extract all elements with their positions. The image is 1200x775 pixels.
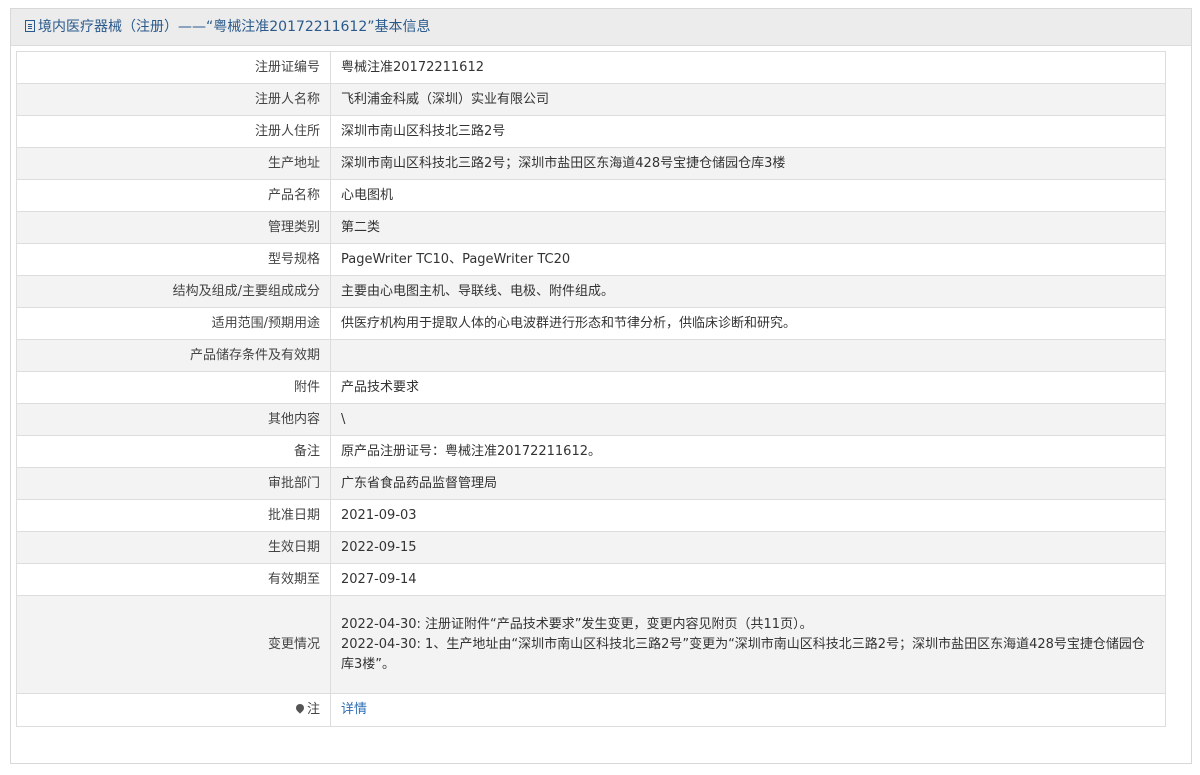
row-label: 型号规格	[16, 243, 331, 276]
table-row: 批准日期 2021-09-03	[16, 499, 1166, 532]
table-row: 适用范围/预期用途 供医疗机构用于提取人体的心电波群进行形态和节律分析，供临床诊断…	[16, 307, 1166, 340]
row-value: 2021-09-03	[330, 499, 1166, 532]
row-value	[330, 339, 1166, 372]
document-icon	[25, 20, 35, 32]
details-link[interactable]: 详情	[341, 702, 367, 717]
table-row: 其他内容 \	[16, 403, 1166, 436]
table-row: 备注 原产品注册证号：粤械注准20172211612。	[16, 435, 1166, 468]
row-label: 注册证编号	[16, 51, 331, 84]
panel-header: 境内医疗器械（注册）——“粤械注准20172211612”基本信息	[11, 9, 1191, 46]
change-history-value: 2022-04-30: 注册证附件“产品技术要求”发生变更，变更内容见附页（共1…	[330, 595, 1166, 694]
table-row: 注册人住所 深圳市南山区科技北三路2号	[16, 115, 1166, 148]
row-label: 注册人住所	[16, 115, 331, 148]
row-value: \	[330, 403, 1166, 436]
table-row: 产品名称 心电图机	[16, 179, 1166, 212]
row-value: 2027-09-14	[330, 563, 1166, 596]
row-label: 产品名称	[16, 179, 331, 212]
note-label-cell: 注	[16, 693, 331, 727]
row-label: 批准日期	[16, 499, 331, 532]
row-value: 广东省食品药品监督管理局	[330, 467, 1166, 500]
pin-icon	[294, 702, 306, 714]
row-label: 注册人名称	[16, 83, 331, 116]
row-label: 有效期至	[16, 563, 331, 596]
row-label: 审批部门	[16, 467, 331, 500]
row-label: 管理类别	[16, 211, 331, 244]
row-value: PageWriter TC10、PageWriter TC20	[330, 243, 1166, 276]
row-value: 心电图机	[330, 179, 1166, 212]
table-row: 型号规格 PageWriter TC10、PageWriter TC20	[16, 243, 1166, 276]
change-entry: 2022-04-30: 1、生产地址由“深圳市南山区科技北三路2号”变更为“深圳…	[341, 636, 1145, 672]
row-value: 飞利浦金科威（深圳）实业有限公司	[330, 83, 1166, 116]
page-title: 境内医疗器械（注册）——“粤械注准20172211612”基本信息	[38, 19, 431, 35]
change-history-row: 变更情况 2022-04-30: 注册证附件“产品技术要求”发生变更，变更内容见…	[16, 595, 1166, 694]
row-value: 2022-09-15	[330, 531, 1166, 564]
row-value: 第二类	[330, 211, 1166, 244]
table-row: 审批部门 广东省食品药品监督管理局	[16, 467, 1166, 500]
row-value: 粤械注准20172211612	[330, 51, 1166, 84]
row-label: 产品储存条件及有效期	[16, 339, 331, 372]
row-value: 主要由心电图主机、导联线、电极、附件组成。	[330, 275, 1166, 308]
table-row: 注册人名称 飞利浦金科威（深圳）实业有限公司	[16, 83, 1166, 116]
row-value: 产品技术要求	[330, 371, 1166, 404]
registration-info-table: 注册证编号 粤械注准20172211612 注册人名称 飞利浦金科威（深圳）实业有限…	[16, 51, 1166, 727]
row-value: 深圳市南山区科技北三路2号；深圳市盐田区东海道428号宝捷仓储园仓库3楼	[330, 147, 1166, 180]
note-label: 注	[306, 702, 320, 717]
note-value: 详情	[330, 693, 1166, 727]
table-row: 产品储存条件及有效期	[16, 339, 1166, 372]
note-row: 注 详情	[16, 693, 1166, 727]
row-label: 生产地址	[16, 147, 331, 180]
table-row: 管理类别 第二类	[16, 211, 1166, 244]
table-row: 附件 产品技术要求	[16, 371, 1166, 404]
row-label: 结构及组成/主要组成成分	[16, 275, 331, 308]
table-row: 有效期至 2027-09-14	[16, 563, 1166, 596]
row-label: 附件	[16, 371, 331, 404]
change-entry: 2022-04-30: 注册证附件“产品技术要求”发生变更，变更内容见附页（共1…	[341, 616, 813, 632]
table-row: 注册证编号 粤械注准20172211612	[16, 51, 1166, 84]
row-label: 备注	[16, 435, 331, 468]
row-value: 深圳市南山区科技北三路2号	[330, 115, 1166, 148]
change-history-label: 变更情况	[16, 595, 331, 694]
row-value: 原产品注册证号：粤械注准20172211612。	[330, 435, 1166, 468]
row-label: 生效日期	[16, 531, 331, 564]
row-value: 供医疗机构用于提取人体的心电波群进行形态和节律分析，供临床诊断和研究。	[330, 307, 1166, 340]
table-row: 结构及组成/主要组成成分 主要由心电图主机、导联线、电极、附件组成。	[16, 275, 1166, 308]
row-label: 其他内容	[16, 403, 331, 436]
table-row: 生效日期 2022-09-15	[16, 531, 1166, 564]
table-row: 生产地址 深圳市南山区科技北三路2号；深圳市盐田区东海道428号宝捷仓储园仓库3楼	[16, 147, 1166, 180]
row-label: 适用范围/预期用途	[16, 307, 331, 340]
